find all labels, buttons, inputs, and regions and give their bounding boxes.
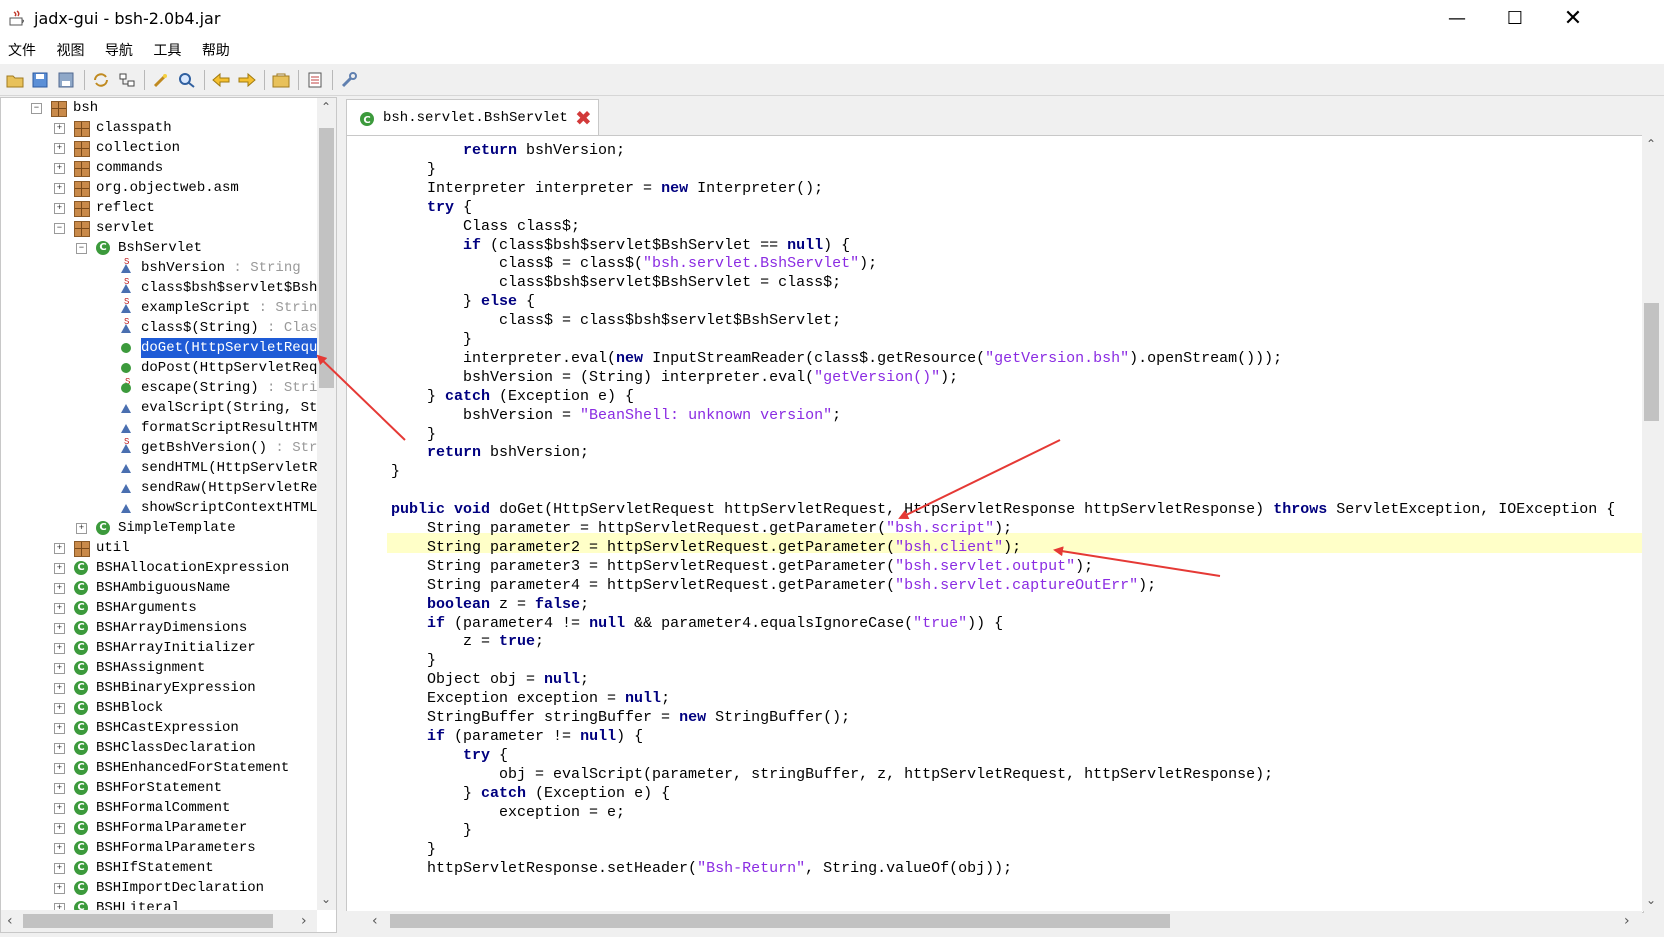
annotation-arrows <box>316 354 1221 577</box>
arrow-to-doget-code <box>898 439 1061 519</box>
arrow-to-bsh-script <box>1053 546 1221 577</box>
arrow-to-doget-tree <box>316 354 406 441</box>
